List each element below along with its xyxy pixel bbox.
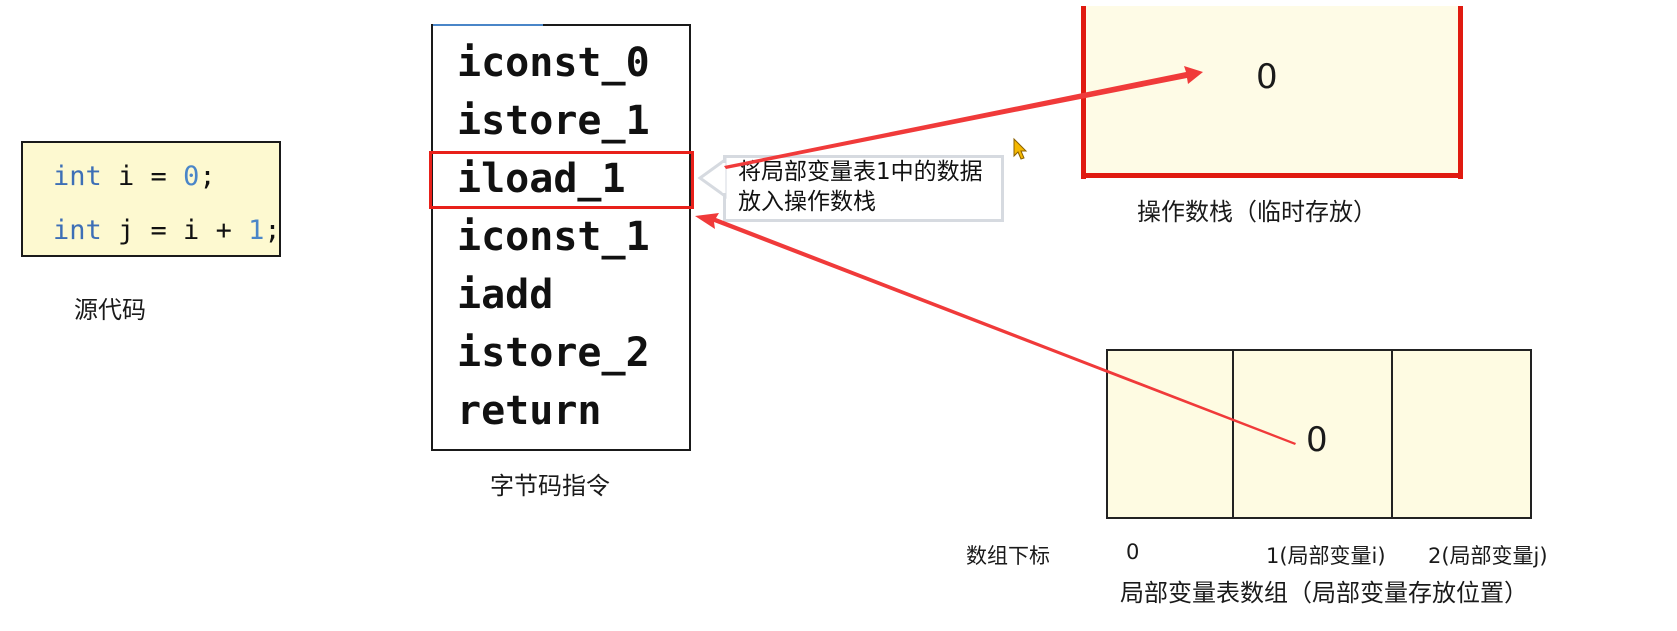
operand-stack-bottom bbox=[1081, 173, 1463, 178]
local-var-cell-2 bbox=[1391, 349, 1532, 519]
local-var-table-caption: 局部变量表数组（局部变量存放位置） bbox=[1120, 579, 1528, 607]
index-title: 数组下标 bbox=[966, 544, 1050, 568]
highlighted-instruction-frame bbox=[429, 151, 694, 209]
mouse-cursor-icon bbox=[1013, 137, 1028, 160]
code-keyword: int bbox=[53, 161, 102, 192]
code-text: i = bbox=[101, 161, 184, 192]
code-line-1: int i = 0; bbox=[53, 161, 216, 192]
local-var-value-1: 0 bbox=[1306, 420, 1328, 460]
bytecode-instruction: return bbox=[457, 388, 602, 434]
bytecode-instruction: istore_2 bbox=[457, 330, 650, 376]
index-label-2: 2(局部变量j) bbox=[1428, 544, 1548, 568]
callout-text: 将局部变量表1中的数据放入操作数栈 bbox=[738, 159, 983, 215]
source-code-caption: 源代码 bbox=[74, 296, 146, 324]
callout-pointer bbox=[697, 157, 727, 199]
bytecode-caption: 字节码指令 bbox=[490, 472, 610, 500]
code-number: 0 bbox=[183, 161, 200, 192]
code-line-2: int j = i + 1; bbox=[53, 215, 281, 246]
code-number: 1 bbox=[248, 215, 265, 246]
code-text: ; bbox=[264, 215, 281, 246]
source-code-box: int i = 0; int j = i + 1; bbox=[21, 141, 281, 257]
operand-stack-right-wall bbox=[1458, 6, 1463, 179]
bytecode-instruction: iconst_1 bbox=[457, 214, 650, 260]
index-label-0: 0 bbox=[1126, 540, 1140, 564]
index-label-1: 1(局部变量i) bbox=[1266, 544, 1386, 568]
code-keyword: int bbox=[53, 215, 102, 246]
local-var-cell-0 bbox=[1106, 349, 1234, 519]
operand-stack-value: 0 bbox=[1256, 57, 1278, 97]
bytecode-instruction: istore_1 bbox=[457, 98, 650, 144]
bytecode-box-accent bbox=[433, 24, 543, 26]
bytecode-instruction: iadd bbox=[457, 272, 554, 318]
operand-stack-left-wall bbox=[1081, 6, 1086, 179]
bytecode-instruction: iconst_0 bbox=[457, 40, 650, 86]
code-text: j = i + bbox=[101, 215, 249, 246]
bytecode-box: iconst_0 istore_1 iload_1 iconst_1 iadd … bbox=[431, 24, 691, 451]
operand-stack-caption: 操作数栈（临时存放） bbox=[1137, 198, 1377, 226]
code-text: ; bbox=[199, 161, 216, 192]
